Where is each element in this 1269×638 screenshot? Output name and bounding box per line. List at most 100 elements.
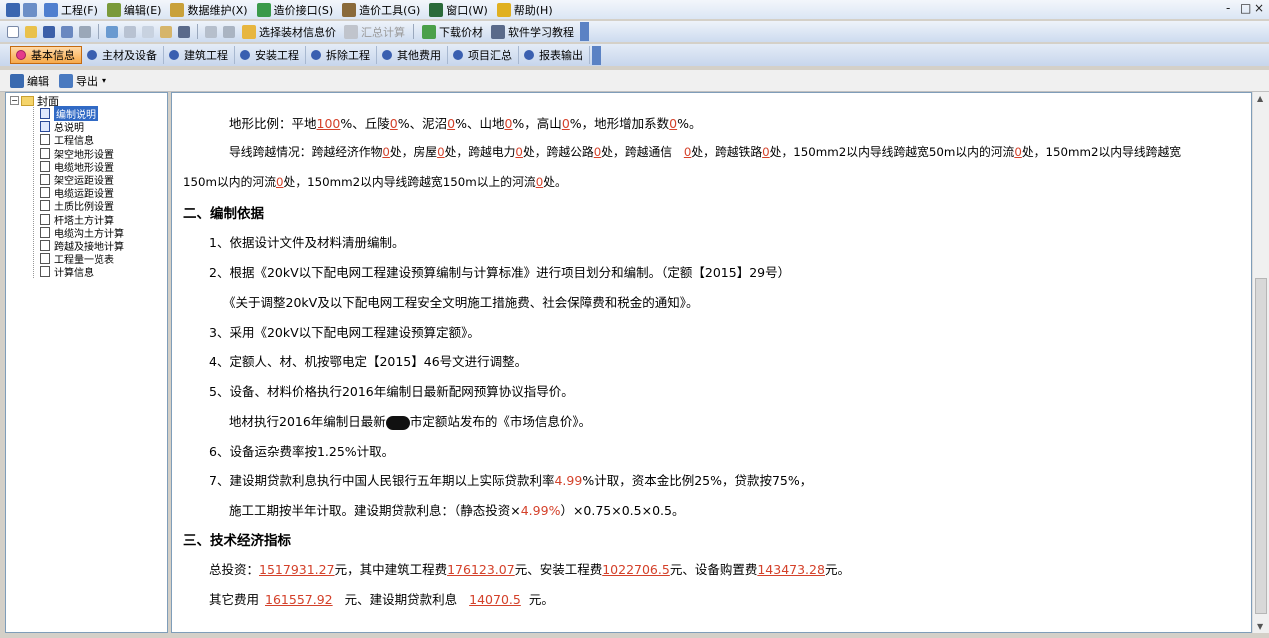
menu-help[interactable]: 帮助(H): [493, 0, 558, 19]
save-all-icon[interactable]: [23, 2, 37, 17]
equipment-cost-value[interactable]: 143473.28: [757, 562, 825, 577]
tab-construction[interactable]: 建筑工程: [164, 46, 235, 64]
cost-interface-icon: [256, 2, 271, 17]
tree-item-quantity-list[interactable]: 工程量一览表: [40, 252, 124, 266]
tab-installation-icon: [240, 50, 250, 60]
menu-window[interactable]: 窗口(W): [425, 0, 492, 19]
tree-item-trench-earthwork[interactable]: 电缆沟土方计算: [40, 226, 124, 240]
river150-crossing-value[interactable]: 0: [276, 175, 284, 189]
tab-main-material-icon: [87, 50, 97, 60]
menu-edit[interactable]: 编辑(E): [103, 0, 167, 19]
tree-item-cable-terrain[interactable]: 电缆地形设置: [40, 160, 124, 174]
toolbar-overflow-button[interactable]: [580, 22, 589, 41]
basis-item-1: 1、依据设计文件及材料清册编制。: [209, 235, 405, 250]
river50-crossing-value[interactable]: 0: [1014, 145, 1022, 159]
delete-row-button[interactable]: [220, 23, 237, 40]
tree-item-soil-ratio[interactable]: 土质比例设置: [40, 199, 124, 213]
scrollbar-thumb[interactable]: [1255, 278, 1267, 614]
document-icon: [40, 187, 50, 199]
save-as-button[interactable]: [58, 23, 75, 40]
tab-main-material[interactable]: 主材及设备: [82, 46, 164, 64]
menu-data-maintain[interactable]: 数据维护(X): [166, 0, 252, 19]
select-material-price-button[interactable]: 选择装材信息价: [238, 22, 340, 41]
document-icon: [40, 226, 50, 238]
terrain-coefficient-value[interactable]: 0: [669, 116, 677, 131]
new-button[interactable]: [4, 23, 21, 40]
crop-crossing-value[interactable]: 0: [382, 145, 390, 159]
edit-button[interactable]: 编辑: [10, 73, 49, 89]
loan-rate-value[interactable]: 4.99: [554, 473, 582, 488]
rail-crossing-value[interactable]: 0: [762, 145, 770, 159]
paste-button[interactable]: [157, 23, 174, 40]
tab-other-cost[interactable]: 其他费用: [377, 46, 448, 64]
folder-icon: [21, 95, 34, 106]
tree-item-crossing-grounding[interactable]: 跨越及接地计算: [40, 239, 124, 253]
undo-button[interactable]: [103, 23, 120, 40]
navigation-tree: − 封面 编制说明 总说明 工程信息 架空地形设置 电缆地形设置 架空运距设置 …: [5, 92, 168, 633]
house-crossing-value[interactable]: 0: [437, 145, 445, 159]
tree-root[interactable]: − 封面: [10, 94, 59, 108]
collapse-icon[interactable]: −: [10, 96, 19, 105]
download-price-button[interactable]: 下载价材: [418, 22, 487, 41]
cut-button[interactable]: [121, 23, 138, 40]
print-button[interactable]: [76, 23, 93, 40]
scroll-down-icon[interactable]: ▼: [1257, 622, 1263, 631]
copy-button[interactable]: [139, 23, 156, 40]
window-icon: [429, 2, 444, 17]
tree-item-general-note[interactable]: 总说明: [40, 120, 124, 134]
menu-bar: 工程(F) 编辑(E) 数据维护(X) 造价接口(S) 造价工具(G) 窗口(W…: [0, 0, 1269, 19]
open-button[interactable]: [22, 23, 39, 40]
menu-project[interactable]: 工程(F): [40, 0, 103, 19]
tree-item-project-info[interactable]: 工程信息: [40, 133, 124, 147]
power-crossing-value[interactable]: 0: [515, 145, 523, 159]
tab-report-output[interactable]: 报表输出: [519, 46, 590, 64]
mud-value[interactable]: 0: [447, 116, 455, 131]
tab-basic-info-icon: [16, 50, 26, 60]
minimize-button[interactable]: -: [1226, 1, 1230, 15]
document-icon: [40, 239, 50, 251]
tab-basic-info[interactable]: 基本信息: [10, 46, 82, 64]
plain-value[interactable]: 100: [317, 116, 341, 131]
menu-cost-interface[interactable]: 造价接口(S): [253, 0, 339, 19]
separator: [98, 24, 99, 39]
tree-item-cable-distance[interactable]: 电缆运距设置: [40, 186, 124, 200]
print-icon: [78, 25, 91, 38]
tab-demolition[interactable]: 拆除工程: [306, 46, 377, 64]
hill-value[interactable]: 0: [390, 116, 398, 131]
document-content[interactable]: 地形比例：平地100%、丘陵0%、泥沼0%、山地0%，高山0%，地形增加系数0%…: [171, 92, 1252, 633]
tree-item-overhead-terrain[interactable]: 架空地形设置: [40, 147, 124, 161]
find-button[interactable]: [175, 23, 192, 40]
high-mountain-value[interactable]: 0: [562, 116, 570, 131]
total-investment-value[interactable]: 1517931.27: [259, 562, 335, 577]
tutorial-button[interactable]: 软件学习教程: [487, 22, 578, 41]
other-cost-value[interactable]: 161557.92: [265, 592, 333, 607]
restore-button[interactable]: □: [1240, 1, 1251, 15]
export-button[interactable]: 导出 ▾: [59, 73, 106, 89]
vertical-scrollbar[interactable]: ▲ ▼: [1252, 92, 1269, 633]
summary-button[interactable]: 汇总计算: [340, 22, 409, 41]
install-cost-value[interactable]: 1022706.5: [602, 562, 670, 577]
tab-project-summary[interactable]: 项目汇总: [448, 46, 519, 64]
tree-item-overhead-distance[interactable]: 架空运距设置: [40, 173, 124, 187]
document-icon: [40, 266, 50, 278]
menu-cost-tool[interactable]: 造价工具(G): [338, 0, 425, 19]
tutorial-icon: [491, 24, 505, 39]
save-button[interactable]: [40, 23, 57, 40]
tree-item-compile-note[interactable]: 编制说明: [40, 106, 124, 122]
tree-item-calc-info[interactable]: 计算信息: [40, 265, 124, 279]
tab-installation[interactable]: 安装工程: [235, 46, 306, 64]
close-button[interactable]: ×: [1254, 1, 1264, 15]
tabs-overflow-button[interactable]: [592, 45, 601, 65]
paste-icon: [159, 25, 172, 38]
copy-icon: [141, 25, 154, 38]
loan-interest-value[interactable]: 14070.5: [469, 592, 521, 607]
redaction-mark: [385, 415, 410, 430]
scroll-up-icon[interactable]: ▲: [1257, 94, 1263, 103]
cut-icon: [123, 25, 136, 38]
building-cost-value[interactable]: 176123.07: [447, 562, 515, 577]
save-icon: [42, 25, 55, 38]
tree-item-tower-earthwork[interactable]: 杆塔土方计算: [40, 213, 124, 227]
loan-rate-value-2[interactable]: 4.99%: [521, 503, 561, 518]
main-toolbar: 选择装材信息价 汇总计算 下载价材 软件学习教程: [0, 21, 1269, 42]
insert-row-button[interactable]: [202, 23, 219, 40]
